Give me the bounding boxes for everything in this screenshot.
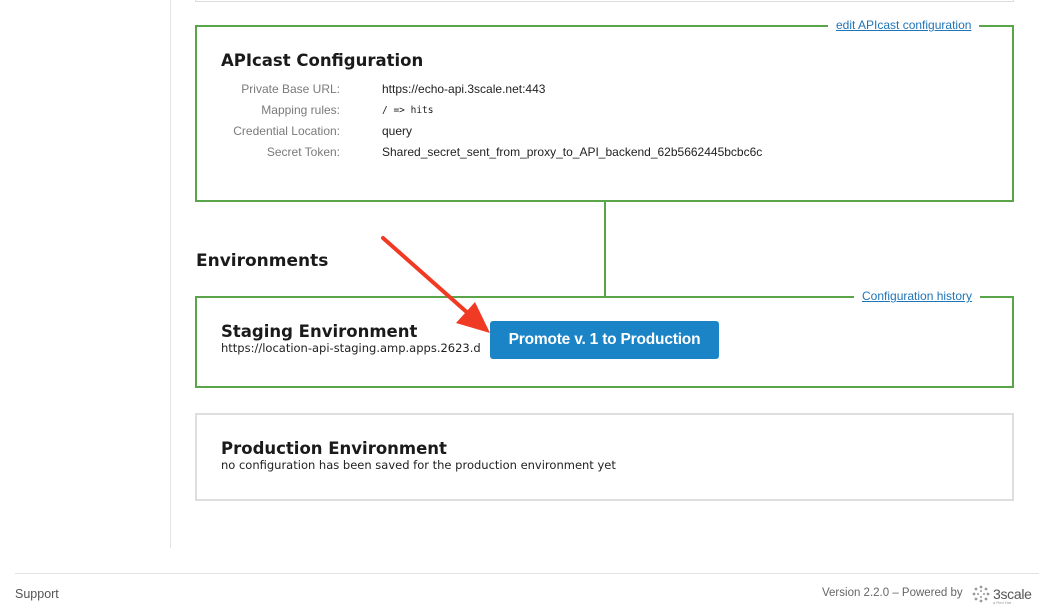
sidebar-divider <box>170 0 171 548</box>
config-label: Private Base URL: <box>241 82 340 96</box>
page: edit APIcast configuration APIcast Confi… <box>0 0 1057 609</box>
apicast-configuration-title: APIcast Configuration <box>221 51 424 70</box>
staging-environment-url[interactable]: https://location-api-staging.amp.apps.26… <box>221 341 481 355</box>
config-row-mapping-rules: Mapping rules: / => hits <box>197 103 977 121</box>
config-value: query <box>382 124 413 138</box>
config-row-credential-location: Credential Location: query <box>197 124 977 142</box>
production-environment-title: Production Environment <box>221 439 447 458</box>
apicast-configuration-card: edit APIcast configuration APIcast Confi… <box>195 18 1014 202</box>
version-text: Version 2.2.0 – Powered by <box>822 587 963 599</box>
config-value: / => hits <box>382 105 434 116</box>
config-row-private-base-url: Private Base URL: https://echo-api.3scal… <box>197 82 977 100</box>
config-value: Shared_secret_sent_from_proxy_to_API_bac… <box>382 145 763 159</box>
config-label: Credential Location: <box>233 124 340 138</box>
previous-card-bottom-edge <box>195 0 1014 2</box>
pipeline-connector <box>604 202 606 297</box>
config-value: https://echo-api.3scale.net:443 <box>382 82 546 96</box>
config-label: Secret Token: <box>266 145 340 159</box>
support-link[interactable]: Support <box>15 587 59 601</box>
config-label: Mapping rules: <box>261 103 340 117</box>
promote-to-production-button[interactable]: Promote v. 1 to Production <box>490 321 719 359</box>
production-environment-card: Production Environment no configuration … <box>195 413 1014 501</box>
environments-heading: Environments <box>196 251 329 271</box>
configuration-history-link[interactable]: Configuration history <box>854 289 981 303</box>
arrow-annotation-icon <box>381 236 490 333</box>
brand-subtext: a Red Hat <box>993 600 1012 605</box>
edit-apicast-configuration-link[interactable]: edit APIcast configuration <box>828 18 980 32</box>
config-row-secret-token: Secret Token: Shared_secret_sent_from_pr… <box>197 145 977 163</box>
3scale-logo-icon <box>972 585 990 603</box>
production-environment-note: no configuration has been saved for the … <box>221 458 616 472</box>
footer-divider <box>15 573 1039 574</box>
